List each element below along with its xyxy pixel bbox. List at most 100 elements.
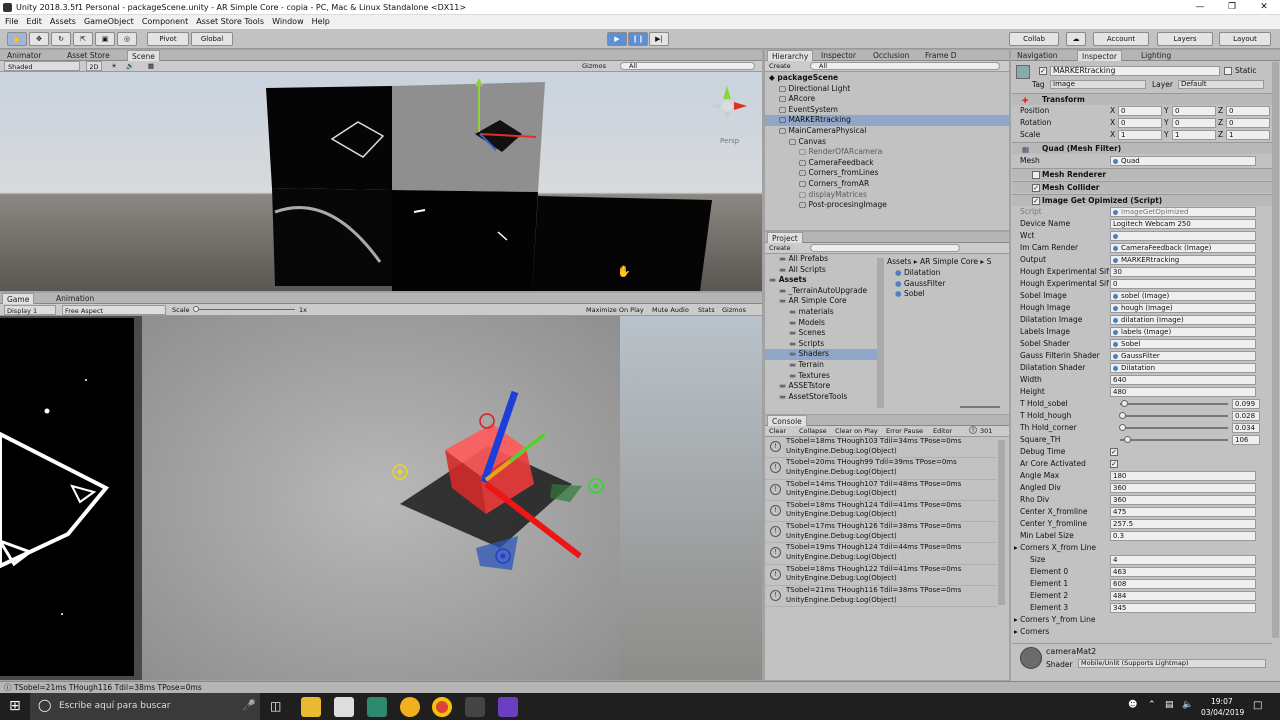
move-tool-icon[interactable]: ✥ <box>29 32 49 46</box>
tab-console[interactable]: Console <box>767 415 807 426</box>
slider-track[interactable] <box>1120 439 1228 441</box>
scale-slider[interactable] <box>195 309 295 310</box>
file-explorer-icon[interactable] <box>301 697 321 717</box>
console-log-entry[interactable]: ! TSobel=19ms THough124 Tdil=44ms TPose=0… <box>765 543 997 565</box>
field-value[interactable]: 0 <box>1110 279 1256 289</box>
shader-dropdown[interactable]: Mobile/Unlit (Supports Lightmap) <box>1078 659 1266 668</box>
project-folder-item[interactable]: ▬ All Prefabs <box>765 254 877 265</box>
inspector-scrollbar[interactable] <box>1272 62 1279 638</box>
slider-value[interactable]: 0.034 <box>1232 423 1260 433</box>
console-log-entry[interactable]: ! TSobel=18ms THough103 Tdil=34ms TPose=0… <box>765 437 997 459</box>
console-error-pause-toggle[interactable]: Error Pause <box>886 426 923 436</box>
console-editor-dropdown[interactable]: Editor <box>933 426 952 436</box>
field-value[interactable]: Dilatation <box>1110 363 1256 373</box>
mail-icon[interactable] <box>334 697 354 717</box>
hierarchy-item[interactable]: ▢ Canvas <box>765 137 1009 148</box>
field-value[interactable]: MARKERtracking <box>1110 255 1256 265</box>
scale-y-field[interactable]: 1 <box>1172 130 1216 140</box>
ar-core-activated-checkbox[interactable]: ✓ <box>1110 460 1118 468</box>
tab-scene[interactable]: Scene <box>127 50 160 61</box>
hierarchy-item[interactable]: ▢ CameraFeedback <box>765 158 1009 169</box>
cloud-icon[interactable]: ☁ <box>1066 32 1086 46</box>
hierarchy-item[interactable]: ▢ Corners_fromLines <box>765 168 1009 179</box>
menu-item-gameobject[interactable]: GameObject <box>84 17 134 26</box>
console-log-entry[interactable]: ! TSobel=18ms THough124 Tdil=41ms TPose=0… <box>765 501 997 523</box>
taskbar-time[interactable]: 19:07 <box>1211 697 1233 706</box>
2d-toggle[interactable]: 2D <box>86 61 102 71</box>
chrome-icon[interactable] <box>432 697 452 717</box>
mesh-renderer-header[interactable]: Mesh Renderer <box>1012 168 1272 180</box>
layout-dropdown[interactable]: Layout <box>1219 32 1271 46</box>
field-value[interactable]: sobel (Image) <box>1110 291 1256 301</box>
tab-frame-debugger[interactable]: Frame D <box>921 50 961 61</box>
tab-project[interactable]: Project <box>767 232 803 243</box>
scale-x-field[interactable]: 1 <box>1118 130 1162 140</box>
menu-item-edit[interactable]: Edit <box>26 17 42 26</box>
hierarchy-item[interactable]: ▢ EventSystem <box>765 105 1009 116</box>
gameobject-name-field[interactable]: MARKERtracking <box>1050 66 1220 76</box>
taskbar-date[interactable]: 03/04/2019 <box>1201 708 1244 717</box>
mute-audio-toggle[interactable]: Mute Audio <box>652 305 689 315</box>
display-dropdown[interactable]: Display 1 <box>4 305 56 315</box>
aspect-dropdown[interactable]: Free Aspect <box>62 305 166 315</box>
visual-studio-icon[interactable] <box>498 697 518 717</box>
account-dropdown[interactable]: Account <box>1093 32 1149 46</box>
console-log-entry[interactable]: ! TSobel=18ms THough122 Tdil=41ms TPose=0… <box>765 565 997 587</box>
field-value[interactable]: CameraFeedback (Image) <box>1110 243 1256 253</box>
breadcrumb-shaders[interactable]: S <box>987 257 992 266</box>
position-y-field[interactable]: 0 <box>1172 106 1216 116</box>
project-folder-item[interactable]: ▬ Models <box>765 318 877 329</box>
task-view-icon[interactable]: ◫ <box>270 699 281 713</box>
mesh-collider-header[interactable]: ✓ Mesh Collider <box>1012 181 1272 193</box>
console-log-count[interactable]: 301 <box>980 426 992 436</box>
slider-value[interactable]: 0.099 <box>1232 399 1260 409</box>
stats-toggle[interactable]: Stats <box>698 305 715 315</box>
rotate-tool-icon[interactable]: ↻ <box>51 32 71 46</box>
console-log-icon[interactable]: ! <box>969 426 977 434</box>
console-clear-on-play-toggle[interactable]: Clear on Play <box>835 426 878 436</box>
tab-inspector-2[interactable]: Inspector <box>817 50 860 61</box>
scale-z-field[interactable]: 1 <box>1226 130 1270 140</box>
script-component-checkbox[interactable]: ✓ <box>1032 197 1040 205</box>
lighting-icon[interactable]: ☀ <box>108 61 120 71</box>
debug-time-checkbox[interactable]: ✓ <box>1110 448 1118 456</box>
hierarchy-item[interactable]: ▢ MainCameraPhysical <box>765 126 1009 137</box>
network-icon[interactable]: ▤ <box>1165 700 1174 710</box>
layer-dropdown[interactable]: Default <box>1178 80 1264 89</box>
scene-viewport[interactable]: Persp ✋ <box>0 72 762 291</box>
close-icon[interactable]: ✕ <box>1248 0 1280 15</box>
scene-search-input[interactable]: All <box>620 62 755 70</box>
people-icon[interactable]: ☻ <box>1128 700 1137 710</box>
corners-y-foldout[interactable]: ▸ Corners Y_from Line <box>1014 614 1264 626</box>
field-value[interactable]: 360 <box>1110 483 1256 493</box>
breadcrumb-assets[interactable]: Assets <box>887 257 911 266</box>
tab-navigation[interactable]: Navigation <box>1013 50 1061 61</box>
project-scrollbar[interactable] <box>877 258 884 408</box>
rotation-y-field[interactable]: 0 <box>1172 118 1216 128</box>
maximize-on-play-toggle[interactable]: Maximize On Play <box>586 305 644 315</box>
field-value[interactable]: 360 <box>1110 495 1256 505</box>
console-log-entry[interactable]: ! TSobel=17ms THough126 Tdil=38ms TPose=0… <box>765 522 997 544</box>
windows-start-icon[interactable]: ⊞ <box>9 699 21 713</box>
global-button[interactable]: Global <box>191 32 233 46</box>
slider-track[interactable] <box>1120 403 1228 405</box>
field-value[interactable] <box>1110 231 1256 241</box>
position-x-field[interactable]: 0 <box>1118 106 1162 116</box>
tab-animation[interactable]: Animation <box>52 293 98 304</box>
notification-icon[interactable]: □ <box>1253 700 1262 711</box>
slider-value[interactable]: 0.028 <box>1232 411 1260 421</box>
transform-tool-icon[interactable]: ◎ <box>117 32 137 46</box>
static-checkbox[interactable] <box>1224 67 1232 75</box>
gameobject-active-checkbox[interactable]: ✓ <box>1039 67 1047 75</box>
field-value[interactable]: 257.5 <box>1110 519 1256 529</box>
project-folder-item[interactable]: ▬ materials <box>765 307 877 318</box>
project-folder-item[interactable]: ▬ AssetStoreTools <box>765 392 877 403</box>
tab-game[interactable]: Game <box>2 293 35 304</box>
script-component-header[interactable]: ✓ Image Get Opimized (Script) <box>1012 194 1272 206</box>
corners-x-foldout[interactable]: ▸ Corners X_from Line <box>1014 542 1264 554</box>
array-element-value[interactable]: 463 <box>1110 567 1256 577</box>
slider-thumb[interactable] <box>1119 424 1127 431</box>
hierarchy-search-input[interactable]: All <box>810 62 1000 70</box>
collab-button[interactable]: Collab <box>1009 32 1059 46</box>
console-log-entry[interactable]: ! TSobel=14ms THough107 Tdil=48ms TPose=0… <box>765 480 997 501</box>
